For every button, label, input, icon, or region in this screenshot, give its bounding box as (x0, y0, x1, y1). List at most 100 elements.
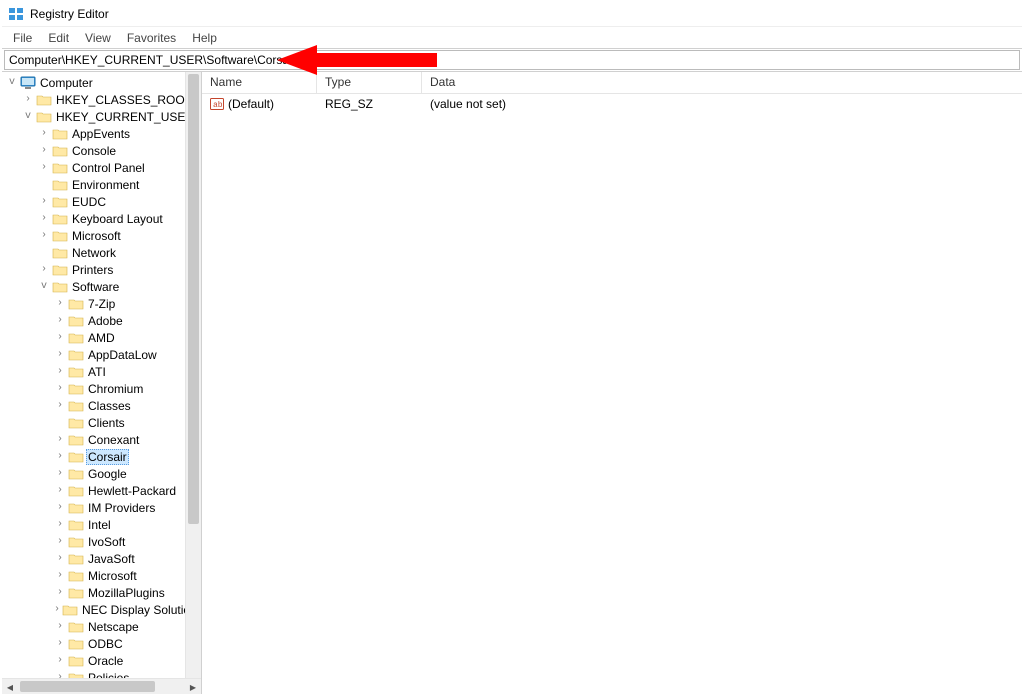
expand-icon[interactable]: › (54, 468, 66, 479)
menu-view[interactable]: View (77, 29, 119, 47)
tree-node-network[interactable]: ·Network (2, 244, 201, 261)
tree-node-oracle[interactable]: ›Oracle (2, 652, 201, 669)
expand-icon[interactable]: › (54, 315, 66, 326)
address-bar[interactable]: Computer\HKEY_CURRENT_USER\Software\Cors… (4, 50, 1020, 70)
expand-icon[interactable]: › (38, 230, 50, 241)
tree-label: Printers (70, 263, 115, 277)
scrollbar-thumb[interactable] (20, 681, 155, 692)
expand-icon[interactable]: › (54, 332, 66, 343)
tree-label: NEC Display Solutions (80, 603, 201, 617)
tree-node-javasoft[interactable]: ›JavaSoft (2, 550, 201, 567)
tree-node-appevents[interactable]: ›AppEvents (2, 125, 201, 142)
tree-node-ivosoft[interactable]: ›IvoSoft (2, 533, 201, 550)
tree-node-netscape[interactable]: ›Netscape (2, 618, 201, 635)
expand-icon[interactable]: › (54, 298, 66, 309)
tree-node-chromium[interactable]: ›Chromium (2, 380, 201, 397)
tree-node-hkcu[interactable]: v HKEY_CURRENT_USER (2, 108, 201, 125)
scroll-right-icon[interactable]: ▶ (185, 679, 201, 694)
tree-node-keyboard[interactable]: ›Keyboard Layout (2, 210, 201, 227)
tree-label: Microsoft (86, 569, 139, 583)
expand-icon[interactable]: › (38, 145, 50, 156)
expand-icon[interactable]: v (22, 111, 34, 122)
expand-icon[interactable]: › (54, 536, 66, 547)
tree-node-console[interactable]: ›Console (2, 142, 201, 159)
expand-icon[interactable]: › (54, 383, 66, 394)
addressbar-container: Computer\HKEY_CURRENT_USER\Software\Cors… (2, 48, 1022, 72)
tree-node-7zip[interactable]: ›7-Zip (2, 295, 201, 312)
expand-icon[interactable]: › (22, 94, 34, 105)
tree-label: IM Providers (86, 501, 157, 515)
expand-icon[interactable]: › (54, 400, 66, 411)
expand-icon[interactable]: › (38, 162, 50, 173)
tree-label: Intel (86, 518, 113, 532)
tree-node-microsoft2[interactable]: › Microsoft (2, 567, 201, 584)
expand-icon[interactable]: › (54, 655, 66, 666)
tree-node-google[interactable]: ›Google (2, 465, 201, 482)
value-row[interactable]: ab (Default) REG_SZ (value not set) (202, 94, 1022, 112)
tree-label: Computer (38, 76, 95, 90)
tree-node-hkcr[interactable]: › HKEY_CLASSES_ROOT (2, 91, 201, 108)
column-header-data[interactable]: Data (422, 72, 1022, 93)
tree-node-improviders[interactable]: › IM Providers (2, 499, 201, 516)
app-icon (8, 6, 24, 22)
column-header-type[interactable]: Type (317, 72, 422, 93)
tree-label: Software (70, 280, 121, 294)
tree-node-environment[interactable]: ·Environment (2, 176, 201, 193)
expand-icon[interactable]: v (6, 77, 18, 88)
expand-icon[interactable]: › (54, 349, 66, 360)
tree-node-corsair[interactable]: ›Corsair (2, 448, 201, 465)
expand-icon[interactable]: › (54, 604, 60, 615)
expand-icon[interactable]: › (54, 587, 66, 598)
tree-node-mozillaplugins[interactable]: › MozillaPlugins (2, 584, 201, 601)
menu-file[interactable]: File (5, 29, 40, 47)
expand-icon[interactable]: › (38, 128, 50, 139)
expand-icon[interactable]: › (38, 213, 50, 224)
tree-node-printers[interactable]: › Printers (2, 261, 201, 278)
expand-icon[interactable]: › (54, 570, 66, 581)
tree-node-software[interactable]: v Software (2, 278, 201, 295)
expand-icon[interactable]: › (54, 434, 66, 445)
expand-icon[interactable]: › (38, 264, 50, 275)
tree-node-classes[interactable]: ›Classes (2, 397, 201, 414)
tree-node-policies[interactable]: ›Policies (2, 669, 201, 678)
menu-favorites[interactable]: Favorites (119, 29, 184, 47)
tree-node-odbc[interactable]: ›ODBC (2, 635, 201, 652)
tree-node-appdatalow[interactable]: ›AppDataLow (2, 346, 201, 363)
expand-icon[interactable]: › (54, 621, 66, 632)
folder-icon (52, 127, 68, 141)
folder-icon (68, 416, 84, 430)
tree-label: MozillaPlugins (86, 586, 167, 600)
tree-node-ati[interactable]: ›ATI (2, 363, 201, 380)
tree-node-conexant[interactable]: ›Conexant (2, 431, 201, 448)
tree-node-microsoft[interactable]: › Microsoft (2, 227, 201, 244)
scroll-left-icon[interactable]: ◀ (2, 679, 18, 694)
expand-icon[interactable]: › (54, 553, 66, 564)
tree-node-eudc[interactable]: ›EUDC (2, 193, 201, 210)
tree-vertical-scrollbar[interactable] (185, 72, 201, 678)
tree-node-nec[interactable]: › NEC Display Solutions (2, 601, 201, 618)
tree-node-hp[interactable]: › Hewlett-Packard (2, 482, 201, 499)
expand-icon[interactable]: › (54, 519, 66, 530)
expand-icon[interactable]: › (38, 196, 50, 207)
scrollbar-thumb[interactable] (188, 74, 199, 524)
menu-edit[interactable]: Edit (40, 29, 77, 47)
tree-node-computer[interactable]: v Computer (2, 74, 201, 91)
menu-help[interactable]: Help (184, 29, 225, 47)
expand-icon[interactable]: v (38, 281, 50, 292)
tree-node-amd[interactable]: ›AMD (2, 329, 201, 346)
column-header-name[interactable]: Name (202, 72, 317, 93)
expand-icon[interactable]: › (54, 366, 66, 377)
tree-label: Microsoft (70, 229, 123, 243)
tree-node-controlpanel[interactable]: ›Control Panel (2, 159, 201, 176)
expand-icon[interactable]: › (54, 485, 66, 496)
tree-horizontal-scrollbar[interactable]: ◀ ▶ (2, 678, 201, 694)
expand-icon[interactable]: › (54, 451, 66, 462)
tree-node-intel[interactable]: › Intel (2, 516, 201, 533)
tree-label: Network (70, 246, 118, 260)
expand-icon[interactable]: › (54, 502, 66, 513)
tree-label: Hewlett-Packard (86, 484, 178, 498)
expand-icon[interactable]: › (54, 638, 66, 649)
value-name: (Default) (228, 97, 274, 111)
tree-node-adobe[interactable]: ›Adobe (2, 312, 201, 329)
tree-node-clients[interactable]: ·Clients (2, 414, 201, 431)
